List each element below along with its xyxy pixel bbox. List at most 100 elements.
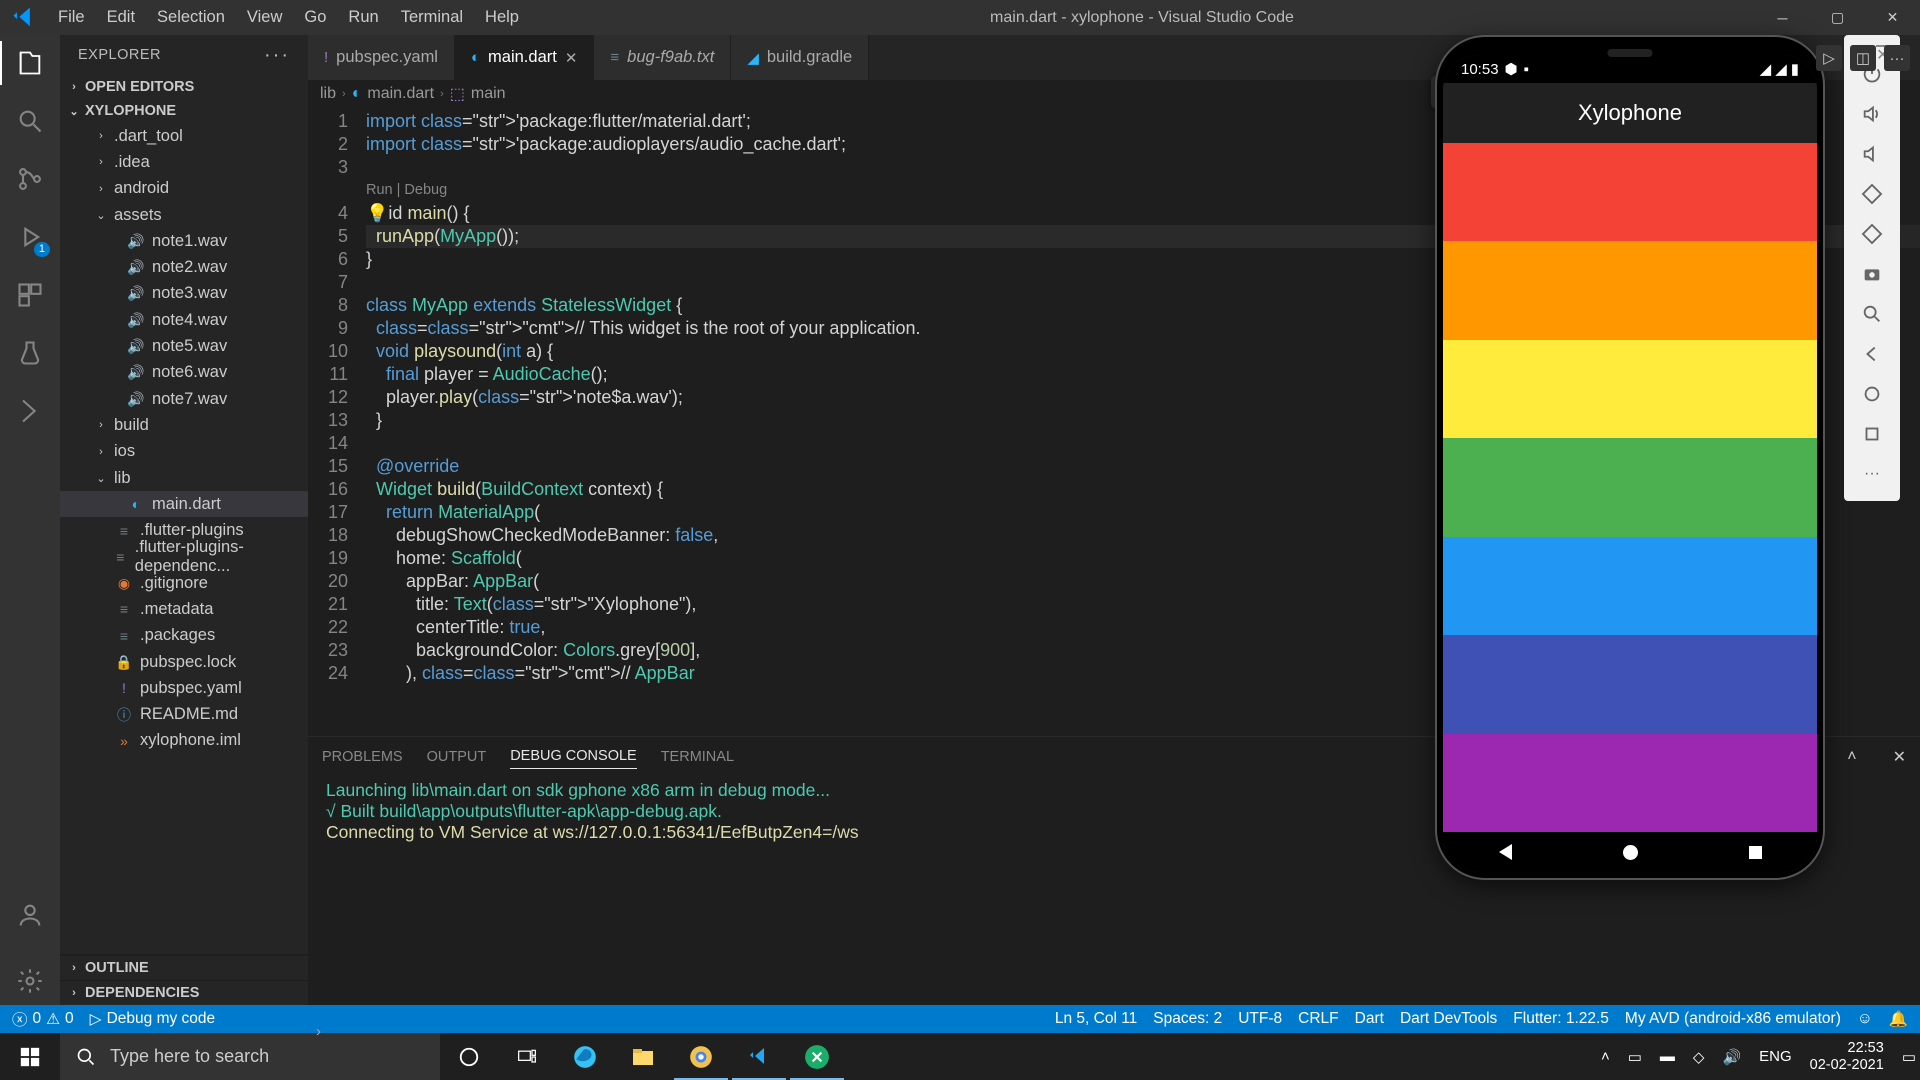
tray-chevron-icon[interactable]: ˄ — [1601, 1048, 1610, 1065]
tree-item[interactable]: ›ios — [60, 439, 308, 465]
emulator-rotate-left-icon[interactable] — [1859, 181, 1885, 207]
activity-scm-icon[interactable] — [14, 163, 46, 195]
tree-item[interactable]: ›build — [60, 412, 308, 438]
tray-meet-icon[interactable]: ▭ — [1628, 1048, 1642, 1066]
task-edge-icon[interactable] — [556, 1033, 614, 1080]
emulator-volume-up-icon[interactable] — [1859, 101, 1885, 127]
status-device[interactable]: My AVD (android-x86 emulator) — [1625, 1010, 1841, 1028]
menu-edit[interactable]: Edit — [97, 4, 145, 31]
task-view-icon[interactable] — [498, 1033, 556, 1080]
run-code-icon[interactable]: ▷ — [1816, 45, 1842, 71]
tree-item[interactable]: 🔊note6.wav — [60, 360, 308, 386]
editor-tab[interactable]: ◢build.gradle — [731, 35, 869, 80]
tree-item[interactable]: 🔊note3.wav — [60, 281, 308, 307]
tray-battery-icon[interactable]: ▬ — [1660, 1048, 1675, 1065]
debug-pause-icon[interactable]: ❚❚ — [1478, 81, 1500, 103]
editor-tab[interactable]: !pubspec.yaml — [308, 35, 455, 80]
status-encoding[interactable]: UTF-8 — [1238, 1010, 1282, 1028]
emulator-home-icon[interactable] — [1859, 381, 1885, 407]
tree-item[interactable]: ›android — [60, 176, 308, 202]
tree-item[interactable]: ›.idea — [60, 149, 308, 175]
status-devtools[interactable]: Dart DevTools — [1400, 1010, 1497, 1028]
debug-hot-reload-icon[interactable]: ⚡ — [1622, 81, 1644, 103]
status-spaces[interactable]: Spaces: 2 — [1153, 1010, 1222, 1028]
tree-item[interactable]: ⌄assets — [60, 202, 308, 228]
tree-item[interactable]: ≡.packages — [60, 623, 308, 649]
menu-view[interactable]: View — [237, 4, 292, 31]
emulator-screenshot-icon[interactable] — [1859, 261, 1885, 287]
activity-extensions-icon[interactable] — [14, 279, 46, 311]
more-actions-icon[interactable]: ··· — [1884, 45, 1910, 71]
panel-tab-terminal[interactable]: TERMINAL — [661, 745, 734, 769]
crumb-symbol[interactable]: main — [471, 85, 506, 103]
debug-step-out-icon[interactable]: ↑ — [1586, 81, 1608, 103]
activity-testing-icon[interactable] — [14, 337, 46, 369]
activity-settings-icon[interactable] — [14, 965, 46, 997]
status-feedback-icon[interactable]: ☺ — [1857, 1010, 1873, 1028]
tray-notifications-icon[interactable]: ▭ — [1902, 1048, 1916, 1066]
crumb-folder[interactable]: lib — [320, 85, 336, 103]
menu-go[interactable]: Go — [294, 4, 336, 31]
tray-clock[interactable]: 22:5302-02-2021 — [1810, 1040, 1884, 1074]
status-bell-icon[interactable]: 🔔 — [1889, 1010, 1908, 1029]
crumb-file[interactable]: main.dart — [367, 85, 434, 103]
debug-restart-icon[interactable]: ↺ — [1658, 81, 1680, 103]
emulator-zoom-icon[interactable] — [1859, 301, 1885, 327]
status-language[interactable]: Dart — [1355, 1010, 1384, 1028]
panel-file-link[interactable]: lib\main.dart:1 — [1604, 747, 1758, 767]
tree-item[interactable]: ⌄lib — [60, 465, 308, 491]
status-flutter[interactable]: Flutter: 1.22.5 — [1513, 1010, 1609, 1028]
status-debug[interactable]: ▷ Debug my code — [90, 1010, 215, 1029]
tree-item[interactable]: 🔊note4.wav — [60, 307, 308, 333]
tree-item[interactable]: 🔒pubspec.lock — [60, 649, 308, 675]
taskbar-search[interactable]: Type here to search — [60, 1033, 440, 1080]
panel-filter-icon[interactable]: ≡ — [1802, 748, 1811, 766]
tree-item[interactable]: 🔊note2.wav — [60, 254, 308, 280]
menu-file[interactable]: File — [48, 4, 95, 31]
panel-close-icon[interactable]: ✕ — [1893, 747, 1906, 767]
breadcrumb[interactable]: lib› ◐ main.dart› ⬚ main ⋮⋮ ❚❚ ↷ ↓ ↑ ⚡ ↺… — [308, 80, 1920, 108]
window-close-button[interactable]: ✕ — [1865, 0, 1920, 35]
panel-collapse-icon[interactable]: ˄ — [1847, 748, 1856, 766]
tree-item[interactable]: ◐main.dart — [60, 491, 308, 517]
menu-terminal[interactable]: Terminal — [391, 4, 473, 31]
code-content[interactable]: import class="str">'package:flutter/mate… — [366, 108, 1920, 736]
activity-explorer-icon[interactable] — [14, 47, 46, 79]
status-cursor[interactable]: Ln 5, Col 11 — [1055, 1010, 1137, 1028]
menu-selection[interactable]: Selection — [147, 4, 235, 31]
task-vscode-icon[interactable] — [730, 1033, 788, 1080]
code-editor[interactable]: 123456789101112131415161718192021222324 … — [308, 108, 1920, 736]
emulator-overview-icon[interactable] — [1859, 421, 1885, 447]
breadcrumb-footer-chevron[interactable]: › — [316, 1023, 321, 1040]
task-app-icon[interactable] — [788, 1033, 846, 1080]
outline-section[interactable]: ›OUTLINE — [60, 955, 308, 980]
debug-drag-handle[interactable]: ⋮⋮ — [1438, 84, 1464, 100]
tray-volume-icon[interactable]: 🔊 — [1722, 1048, 1741, 1066]
tray-language[interactable]: ENG — [1759, 1048, 1792, 1065]
open-editors-section[interactable]: ›OPEN EDITORS — [60, 75, 308, 99]
tree-item[interactable]: ⓘREADME.md — [60, 702, 308, 728]
activity-codetogether-icon[interactable] — [14, 395, 46, 427]
tree-item[interactable]: ›.dart_tool — [60, 123, 308, 149]
editor-tab[interactable]: ◐main.dart✕ — [455, 35, 594, 80]
menu-help[interactable]: Help — [475, 4, 529, 31]
debug-step-over-icon[interactable]: ↷ — [1514, 81, 1536, 103]
status-errors[interactable]: ⓧ 0 ⚠ 0 — [12, 1008, 74, 1030]
activity-search-icon[interactable] — [14, 105, 46, 137]
status-eol[interactable]: CRLF — [1298, 1010, 1338, 1028]
activity-account-icon[interactable] — [14, 899, 46, 931]
emulator-back-icon[interactable] — [1859, 341, 1885, 367]
sidebar-more-icon[interactable]: ··· — [264, 44, 290, 67]
emulator-volume-down-icon[interactable] — [1859, 141, 1885, 167]
split-editor-icon[interactable]: ◫ — [1850, 45, 1876, 71]
dependencies-section[interactable]: ›DEPENDENCIES — [60, 980, 308, 1005]
window-minimize-button[interactable]: ─ — [1755, 0, 1810, 35]
task-explorer-icon[interactable] — [614, 1033, 672, 1080]
debug-step-into-icon[interactable]: ↓ — [1550, 81, 1572, 103]
tree-item[interactable]: ≡.metadata — [60, 596, 308, 622]
task-cortana-icon[interactable] — [440, 1033, 498, 1080]
start-button[interactable] — [0, 1033, 60, 1080]
panel-tab-output[interactable]: OUTPUT — [427, 745, 487, 769]
tree-item[interactable]: 🔊note7.wav — [60, 386, 308, 412]
tree-item[interactable]: 🔊note5.wav — [60, 333, 308, 359]
